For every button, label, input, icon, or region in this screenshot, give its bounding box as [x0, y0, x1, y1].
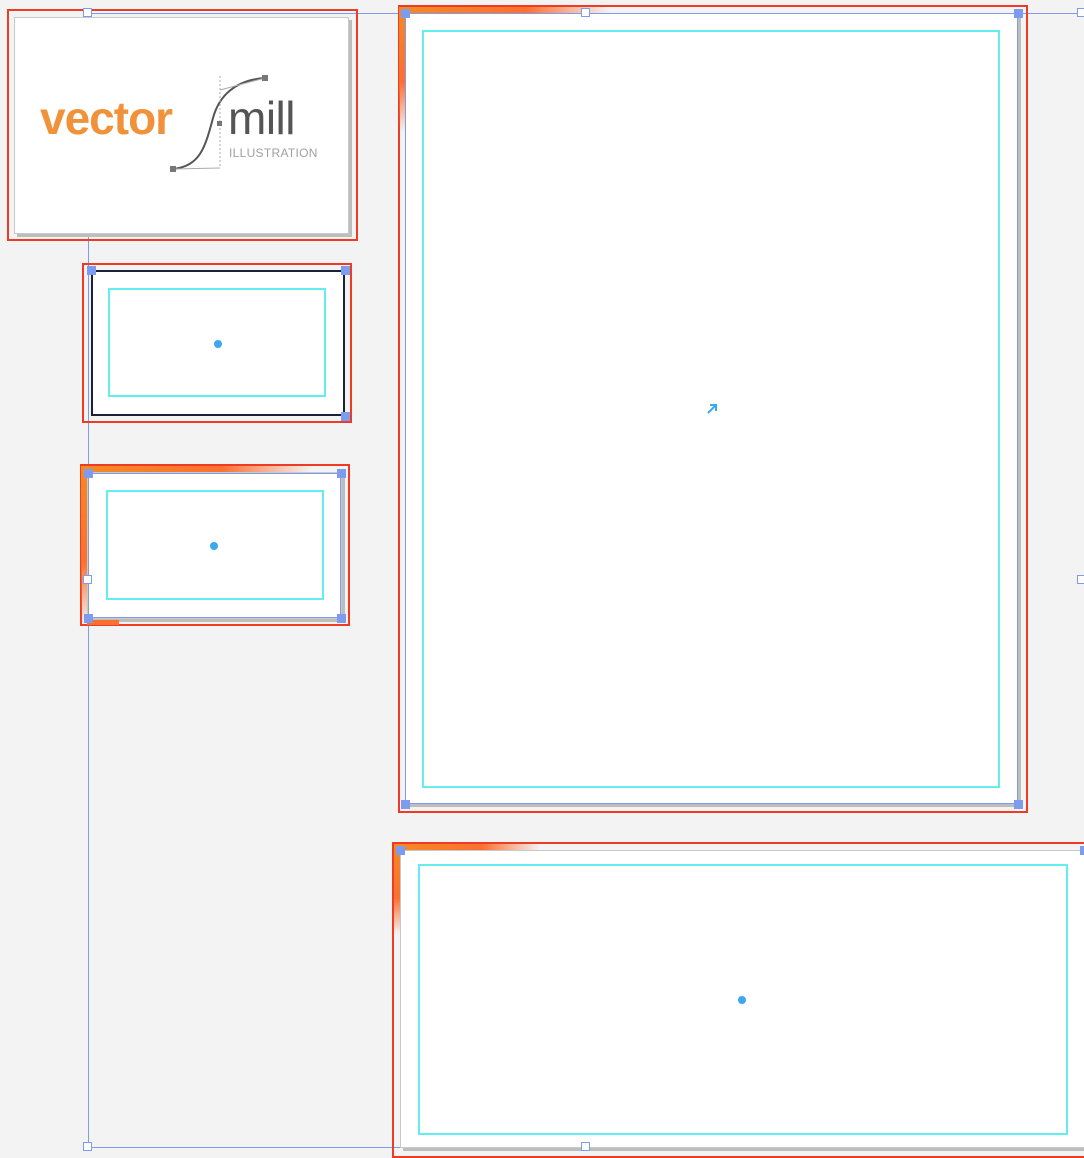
- corner-handle[interactable]: [84, 469, 93, 478]
- corner-handle[interactable]: [401, 9, 410, 18]
- group-corner-handle[interactable]: [1077, 8, 1084, 17]
- selection-highlight-strip: [87, 466, 312, 472]
- group-edge-handle[interactable]: [581, 8, 590, 17]
- move-cursor-icon: [707, 404, 717, 414]
- corner-handle[interactable]: [396, 846, 405, 855]
- group-edge-handle[interactable]: [1077, 575, 1084, 584]
- corner-handle[interactable]: [337, 614, 346, 623]
- selection-highlight-strip: [394, 844, 400, 934]
- corner-handle[interactable]: [1014, 9, 1023, 18]
- logo-word-mill: mill: [228, 92, 295, 144]
- selection-highlight-strip: [395, 844, 540, 850]
- corner-handle[interactable]: [337, 469, 346, 478]
- corner-handle[interactable]: [1080, 846, 1084, 855]
- corner-handle[interactable]: [341, 266, 350, 275]
- corner-handle[interactable]: [341, 412, 350, 421]
- center-point-icon[interactable]: [210, 542, 218, 550]
- corner-handle[interactable]: [401, 800, 410, 809]
- logo-word-vector: vector: [40, 92, 173, 144]
- corner-handle[interactable]: [87, 266, 96, 275]
- corner-handle[interactable]: [1014, 800, 1023, 809]
- center-point-icon[interactable]: [738, 996, 746, 1004]
- logo: vector mill ILLUSTRATION: [40, 88, 340, 178]
- center-point-icon[interactable]: [214, 340, 222, 348]
- group-corner-handle[interactable]: [83, 8, 92, 17]
- group-edge-handle[interactable]: [581, 1142, 590, 1151]
- logo-artboard[interactable]: vector mill ILLUSTRATION: [14, 17, 349, 234]
- logo-tagline: ILLUSTRATION: [229, 146, 318, 160]
- selection-highlight-strip: [81, 466, 87, 626]
- group-edge-handle[interactable]: [83, 575, 92, 584]
- corner-handle[interactable]: [84, 614, 93, 623]
- group-corner-handle[interactable]: [83, 1142, 92, 1151]
